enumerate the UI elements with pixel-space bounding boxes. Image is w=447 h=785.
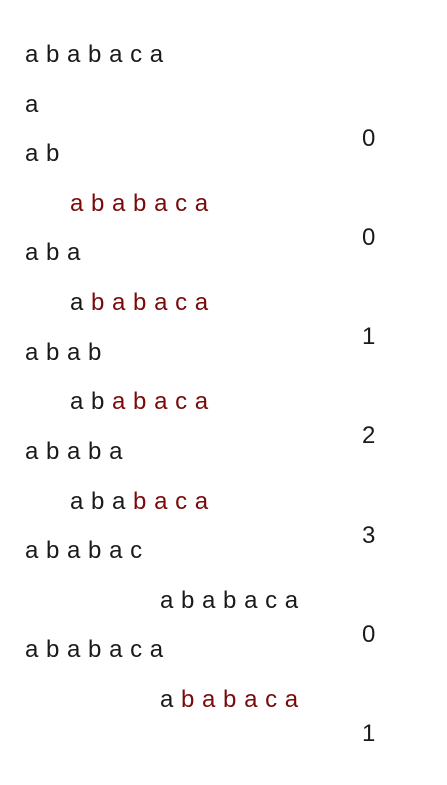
prefix-row: a 0 [0, 54, 447, 152]
pattern-header: a b a b a c a [0, 4, 447, 68]
shifted-pattern: a b a b a c a [160, 683, 299, 717]
unmatched-part: b a b a c a [181, 686, 299, 713]
alignment-row: a b a b a c a 0 [0, 153, 447, 251]
alignment-row: a b a b a c a 2 [0, 351, 447, 449]
prefix-row: a b a b [0, 302, 447, 366]
prefix-row: a b a b a [0, 401, 447, 465]
prefix-row: a b a b a c [0, 500, 447, 564]
alignment-row: a b a b a c a 3 [0, 451, 447, 549]
matched-part: a [160, 686, 182, 713]
alignment-row: a b a b a c a 0 [0, 550, 447, 648]
alignment-row: a b a b a c a 1 [0, 649, 447, 747]
prefix-row: a b a [0, 202, 447, 266]
prefix-value: 1 [362, 720, 376, 747]
prefix-function-diagram: a b a b a c a a 0 a b a b a b a c a 0 a … [0, 0, 447, 747]
prefix-row: a b a b a c a [0, 599, 447, 663]
prefix-row: a b [0, 103, 447, 167]
alignment-row: a b a b a c a 1 [0, 252, 447, 350]
